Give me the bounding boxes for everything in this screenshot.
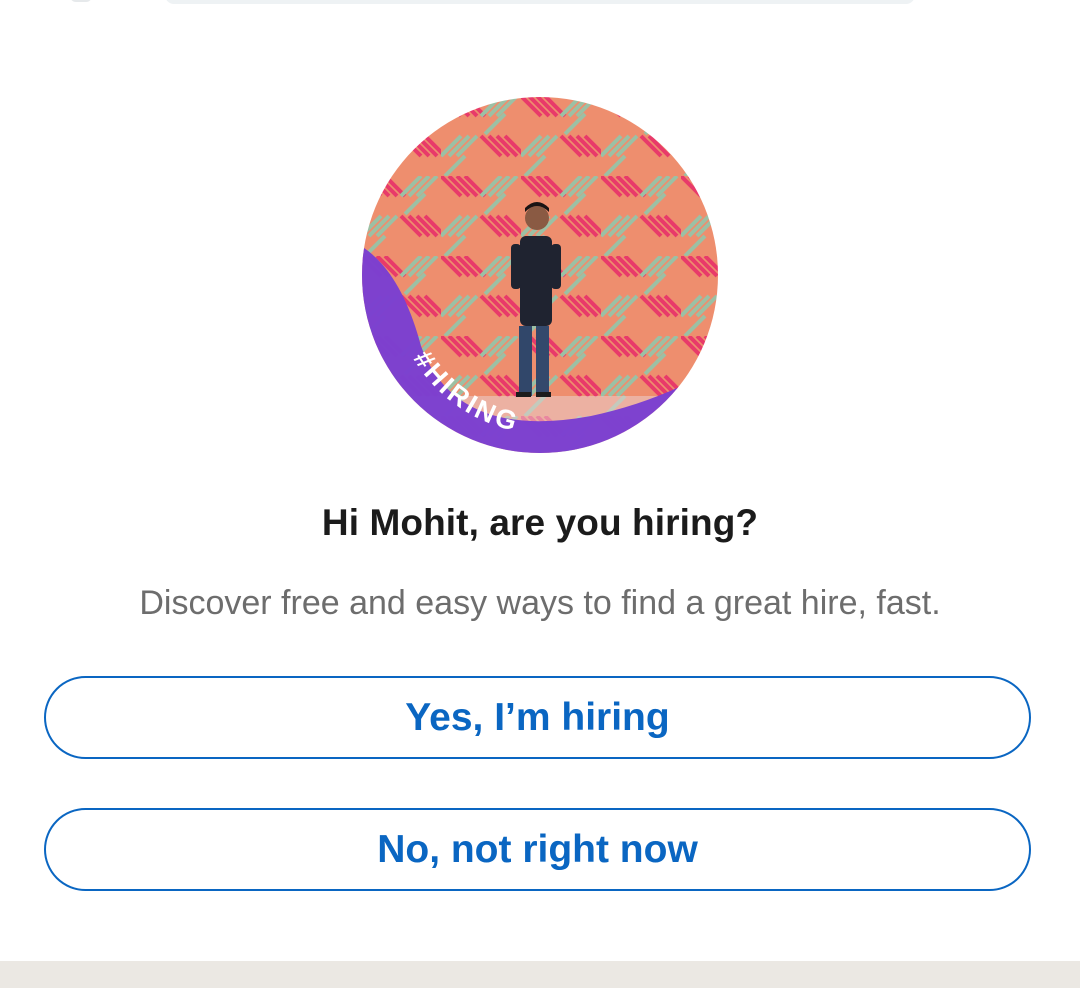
dialog-headline: Hi Mohit, are you hiring? bbox=[321, 502, 759, 543]
bottom-divider-bar bbox=[0, 961, 1080, 988]
top-partial-icon bbox=[70, 0, 92, 2]
yes-hiring-button[interactable]: Yes, I’m hiring bbox=[44, 676, 1031, 759]
dialog-subtext: Discover free and easy ways to find a gr… bbox=[139, 584, 941, 622]
not-right-now-button[interactable]: No, not right now bbox=[44, 808, 1031, 891]
hiring-prompt-screen: #HIRING Hi Mohit, are you hiring? Discov… bbox=[0, 0, 1080, 988]
profile-photo-image: #HIRING bbox=[362, 97, 718, 453]
profile-avatar: #HIRING bbox=[361, 96, 719, 454]
top-search-bar-partial[interactable] bbox=[165, 0, 915, 4]
